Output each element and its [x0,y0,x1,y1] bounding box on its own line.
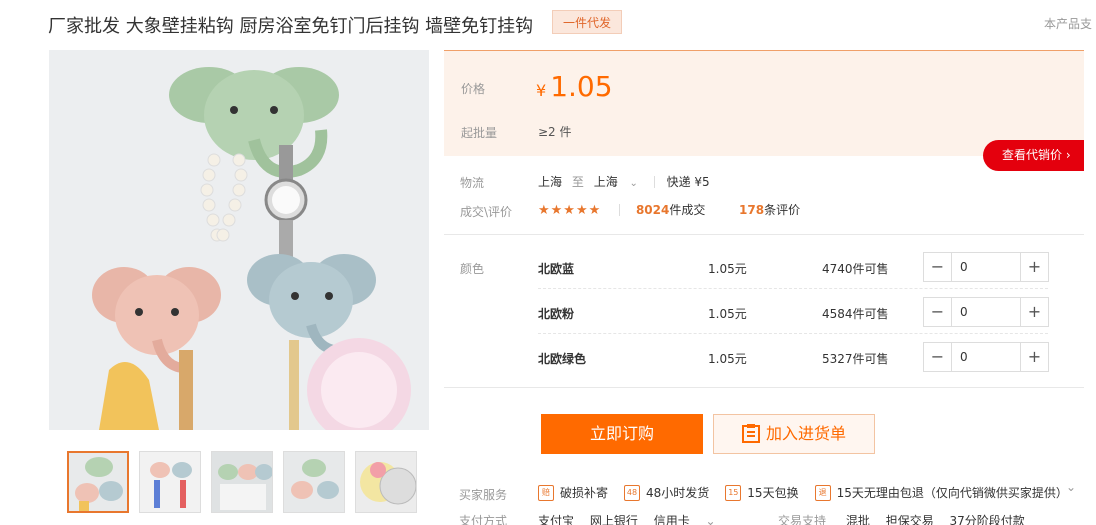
quantity-input[interactable] [952,343,1020,371]
plus-icon[interactable]: + [1020,343,1048,371]
ship-from: 上海 [538,175,563,189]
thumbnail-strip [67,451,417,513]
review-suffix: 条评价 [764,203,801,217]
to-word: 至 [571,175,584,189]
trade-mixed: 混批 [845,514,870,525]
variant-name: 北欧蓝 [538,262,575,276]
price-panel [444,50,1084,156]
divider [619,204,621,216]
chevron-down-icon[interactable]: ⌄ [630,178,638,189]
add-to-cart-button[interactable]: 加入进货单 [713,414,875,454]
price-amount: 1.05 [550,70,613,103]
variant-name: 北欧粉 [538,307,575,321]
color-label: 颜色 [460,262,485,276]
trade-installment: 37分阶段付款 [949,514,1025,525]
return-icon: 退 [814,484,831,501]
sold-count[interactable]: 8024 [636,203,669,217]
chevron-down-icon[interactable]: ⌄ [706,514,716,525]
review-count[interactable]: 178 [739,203,764,217]
support-text: 本产品支 [1044,17,1093,31]
buy-now-button[interactable]: 立即订购 [541,414,703,454]
service-text: 48小时发货 [646,486,710,500]
payment-methods: 支付宝 网上银行 信用卡 ⌄ [538,512,728,525]
variant-row: 北欧粉 1.05元 4584件可售 − + [538,297,1049,342]
thumbnail-5[interactable] [355,451,417,513]
moq-label: 起批量 [461,126,498,140]
chevron-down-icon[interactable]: ⌄ [1066,480,1076,494]
row-divider [538,333,1048,334]
variant-price: 1.05元 [708,352,747,366]
price-label: 价格 [461,82,486,96]
variant-stock: 4584件可售 [822,307,889,321]
trade-guarantee: 担保交易 [885,514,934,525]
view-agent-price-button[interactable]: 查看代销价 › [983,140,1084,171]
variant-row: 北欧绿色 1.05元 5327件可售 − + [538,342,1049,387]
payment-credit-card: 信用卡 [653,514,690,525]
quantity-stepper: − + [923,297,1049,327]
thumbnail-2[interactable] [139,451,201,513]
48h-icon: 48 [624,484,641,501]
payment-online-bank: 网上银行 [589,514,638,525]
service-text: 15天包换 [747,486,799,500]
thumbnail-1[interactable] [67,451,129,513]
ship-to-select[interactable]: 上海 [594,175,618,189]
minus-icon[interactable]: − [924,298,952,326]
product-photo [49,50,429,430]
sold-suffix: 件成交 [669,203,706,217]
star-rating-icon: ★★★★★ [538,203,602,218]
clipboard-icon [741,419,760,457]
compensation-icon: 赔 [538,484,554,501]
variant-row: 北欧蓝 1.05元 4740件可售 − + [538,252,1049,297]
section-divider [444,234,1084,235]
payment-label: 支付方式 [459,514,508,525]
service-text: 15天无理由包退（仅向代销微供买家提供） [836,486,1068,500]
minus-icon[interactable]: − [924,343,952,371]
product-title: 厂家批发 大象壁挂粘钩 厨房浴室免钉门后挂钩 墙壁免钉挂钩 [48,16,534,37]
variant-name: 北欧绿色 [538,352,587,366]
logistics-info: 上海 至 上海 ⌄ 快递 ¥5 [538,173,710,190]
divider [653,176,655,188]
deals-label: 成交\评价 [460,205,513,219]
section-divider [444,387,1084,388]
service-15d-return[interactable]: 退 15天无理由包退（仅向代销微供买家提供） [814,484,1068,501]
trade-support: 交易支持 混批 担保交易 37分阶段付款 [778,512,1037,525]
service-damage-resend[interactable]: 赔破损补寄 [538,484,608,501]
service-15d-exchange[interactable]: 15 15天包换 [725,484,799,501]
service-48h-ship[interactable]: 48 48小时发货 [624,484,709,501]
currency-symbol: ¥ [536,81,547,100]
payment-alipay: 支付宝 [538,514,575,525]
minus-icon[interactable]: − [924,253,952,281]
row-divider [538,288,1048,289]
dropship-badge[interactable]: 一件代发 [552,10,623,34]
variant-stock: 4740件可售 [822,262,889,276]
variant-price: 1.05元 [708,307,747,321]
logistics-label: 物流 [460,176,485,190]
plus-icon[interactable]: + [1020,253,1048,281]
shipping-fee: 快递 ¥5 [666,175,710,189]
trade-label: 交易支持 [778,514,827,525]
quantity-input[interactable] [952,253,1020,281]
thumbnail-4[interactable] [283,451,345,513]
wooden-spoon [179,350,193,430]
buyer-services: 赔破损补寄 48 48小时发货 15 15天包换 退 15天无理由包退（仅向代销微供买… [538,484,1068,501]
quantity-stepper: − + [923,252,1049,282]
price-value: ¥1.05 [536,70,613,103]
variant-stock: 5327件可售 [822,352,889,366]
add-to-cart-label: 加入进货单 [765,424,846,443]
thumbnail-3[interactable] [211,451,273,513]
plus-icon[interactable]: + [1020,298,1048,326]
main-product-image[interactable] [49,50,429,430]
variant-price: 1.05元 [708,262,747,276]
rating-info: ★★★★★ 8024件成交 178条评价 [538,201,800,218]
moq-value: ≥2 件 [538,125,572,139]
services-label: 买家服务 [459,488,508,502]
quantity-stepper: − + [923,342,1049,372]
quantity-input[interactable] [952,298,1020,326]
service-text: 破损补寄 [560,486,609,500]
15-day-icon: 15 [725,484,742,501]
